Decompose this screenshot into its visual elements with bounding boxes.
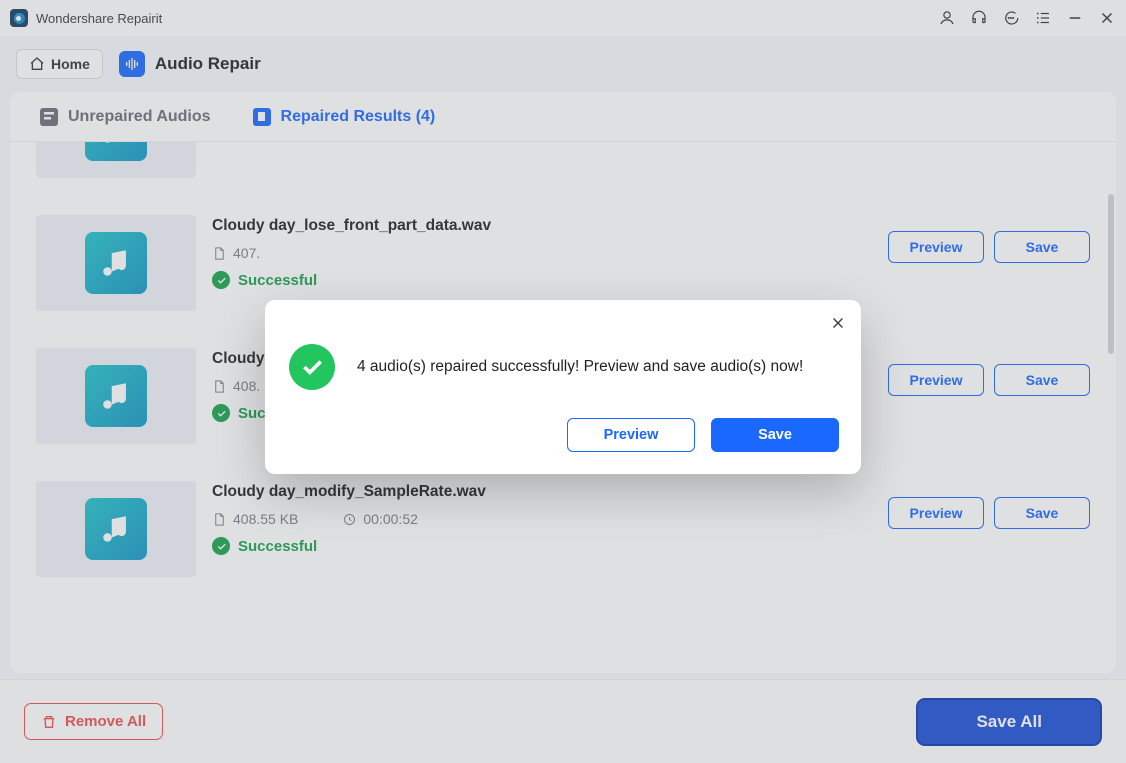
modal-preview-button[interactable]: Preview [567,418,695,452]
modal-save-button[interactable]: Save [711,418,839,452]
modal-overlay: 4 audio(s) repaired successfully! Previe… [0,0,1126,763]
success-modal: 4 audio(s) repaired successfully! Previe… [265,300,861,474]
modal-close-button[interactable] [829,314,847,337]
modal-message: 4 audio(s) repaired successfully! Previe… [357,358,803,376]
success-check-icon [289,344,335,390]
close-icon [829,314,847,332]
